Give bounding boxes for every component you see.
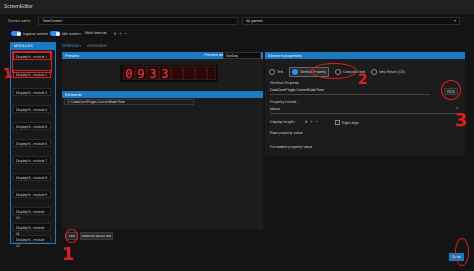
minus-icon[interactable]: − — [316, 119, 318, 124]
module-item[interactable]: DisplayHi - module 8 — [13, 173, 51, 181]
properties-header: Element properties — [265, 52, 465, 59]
annotation-circle-add — [65, 229, 78, 243]
ingame-toggle-group[interactable]: Ingame screen — [11, 31, 48, 36]
minus-icon[interactable]: − — [125, 31, 127, 36]
module-item[interactable]: DisplayHi - module 5 — [13, 122, 51, 130]
preview-as-select[interactable]: SimDay — [223, 52, 261, 59]
segment-digit: 0 — [123, 66, 135, 81]
annotation-box-modules — [12, 51, 52, 73]
radio-icon — [269, 69, 275, 75]
simhub-property-label: SimHub Property — [270, 81, 299, 85]
games-select[interactable]: All games ▾ — [242, 17, 460, 25]
annotation-circle-save — [455, 238, 469, 266]
type-text-option[interactable]: Text — [269, 67, 283, 77]
chevron-down-icon: ▾ — [453, 18, 456, 23]
format-label: Property format : — [270, 100, 299, 104]
preview-as-label: Preview as — [204, 53, 223, 57]
remove-selected-button[interactable]: REMOVE SELECTED — [80, 232, 113, 240]
checkbox-icon[interactable] — [335, 120, 340, 125]
segment-digit — [207, 66, 216, 80]
type-newreturn-option[interactable]: New Return (CE) — [371, 67, 405, 77]
blink-stepper[interactable]: 0 + − — [114, 30, 138, 37]
module-item[interactable]: DisplayHi - module 9 — [13, 190, 51, 198]
segment-digit — [183, 66, 195, 80]
annotation-label: 1 — [1, 65, 14, 83]
preview-panel: Preview Preview as SimDay 0 9 3 3 — [62, 52, 263, 90]
segment-digit — [195, 66, 207, 80]
tab-animation[interactable]: Animation — [87, 43, 107, 48]
type-newreturn-label: New Return (CE) — [379, 70, 405, 74]
module-item[interactable]: DisplayHi - module 3 — [13, 88, 51, 96]
segment-digit — [171, 66, 183, 80]
annotation-circle-pick — [441, 80, 461, 100]
radio-icon — [292, 69, 299, 75]
radio-icon — [371, 69, 378, 75]
annotation-label: 2 — [358, 72, 368, 88]
title-bar: ScreenEditor — [0, 0, 474, 14]
idle-toggle-group[interactable]: Idle screen — [50, 31, 81, 36]
annotation-circle-simhub — [311, 63, 357, 79]
type-text-label: Text — [277, 70, 284, 74]
segment-digit: 3 — [147, 66, 159, 81]
screen-name-label: Screen name — [8, 19, 31, 23]
right-align-label: Right align — [342, 120, 359, 125]
raw-value-label: Raw property value — [270, 131, 303, 135]
plus-icon[interactable]: + — [119, 31, 121, 36]
display-length-label: Display length : — [270, 120, 296, 124]
segment-digit: 9 — [135, 66, 147, 81]
annotation-label: 1 — [62, 244, 75, 265]
ingame-toggle[interactable] — [11, 31, 21, 36]
module-item[interactable]: DisplayHi - module 10 — [13, 207, 51, 220]
simhub-property-input[interactable]: DataCorePlugin.CurrentDateTime — [270, 88, 430, 95]
plus-icon[interactable]: + — [310, 119, 312, 124]
element-item[interactable]: ☑ DataCorePlugin.CurrentDateTime — [64, 99, 194, 105]
idle-label: Idle screen — [62, 31, 81, 36]
screen-name-input[interactable]: TimeScreen — [38, 17, 238, 25]
elements-panel: Elements ☑ DataCorePlugin.CurrentDateTim… — [62, 91, 263, 229]
module-item[interactable]: DisplayHi - module 4 — [13, 105, 51, 113]
properties-panel: Element properties Text SimHub Property … — [265, 52, 465, 156]
module-item[interactable]: DisplayHi - module 11 — [13, 223, 51, 236]
blink-label: Blink interval — [85, 31, 107, 35]
module-item[interactable]: DisplayHi - module 12 — [13, 235, 51, 248]
blink-value: 0 — [114, 31, 117, 36]
element-item-label: DataCorePlugin.CurrentDateTime — [71, 100, 126, 104]
annotation-label: 3 — [455, 110, 468, 131]
window-title: ScreenEditor — [4, 4, 33, 10]
ingame-label: Ingame screen — [23, 31, 49, 36]
idle-toggle[interactable] — [50, 31, 60, 36]
elements-header: Elements — [62, 91, 263, 98]
games-select-value: All games — [246, 19, 263, 23]
tab-definition[interactable]: Definition — [62, 43, 81, 48]
formatted-value-label: Formatted property value — [270, 145, 313, 149]
segment-display: 0 9 3 3 — [120, 65, 218, 82]
segment-digit: 3 — [159, 66, 171, 81]
module-item[interactable]: DisplayHi - module 6 — [13, 139, 51, 147]
checkbox-icon[interactable]: ☑ — [67, 100, 70, 104]
display-length-value: 4 — [305, 119, 308, 124]
module-item[interactable]: DisplayHi - module 7 — [13, 156, 51, 164]
format-select[interactable]: Munor ▾ — [270, 106, 460, 114]
display-length-stepper[interactable]: 4 + − — [305, 119, 318, 124]
right-align-option[interactable]: Right align — [335, 120, 359, 125]
modules-header: MODULES — [11, 43, 55, 50]
format-value: Munor — [270, 107, 281, 111]
